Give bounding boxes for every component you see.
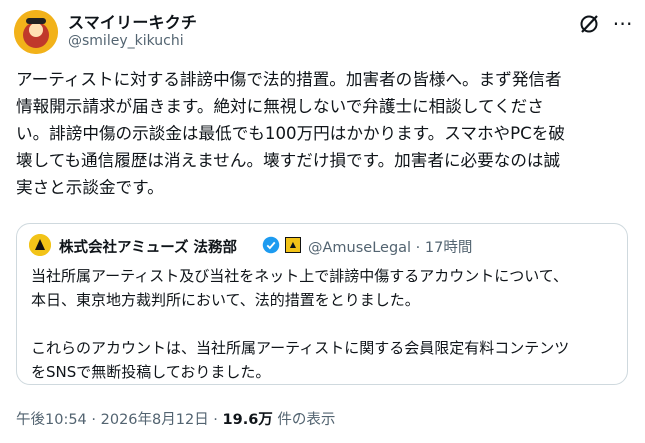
amuse-logo-icon <box>29 234 51 256</box>
display-name[interactable]: スマイリーキクチ <box>68 9 197 33</box>
tweet-text: アーティストに対する誹謗中傷で法的措置。加害者の皆様へ。まず発信者 情報開示請求… <box>16 70 565 197</box>
grok-icon[interactable] <box>577 12 601 36</box>
user-avatar-icon <box>14 10 58 54</box>
timestamp[interactable]: 午後10:54 · 2026年8月12日 · <box>16 412 223 428</box>
user-handle[interactable]: @smiley_kikuchi <box>68 33 184 49</box>
tweet-meta: 午後10:54 · 2026年8月12日 · 19.6万 件の表示 <box>16 408 335 429</box>
more-options-icon[interactable]: ⋯ <box>611 12 635 36</box>
quoted-tweet[interactable]: 株式会社アミューズ 法務部 ▲ @AmuseLegal · 17時間 当社所属ア… <box>16 223 628 385</box>
verified-check-icon <box>262 236 280 254</box>
view-count: 19.6万 <box>222 412 273 428</box>
avatar[interactable] <box>14 10 58 54</box>
quote-handle-time[interactable]: @AmuseLegal · 17時間 <box>308 236 472 257</box>
views-label: 件の表示 <box>272 412 336 428</box>
quote-avatar[interactable] <box>29 234 51 256</box>
quote-text: 当社所属アーティスト及び当社をネット上で誹謗中傷するアカウントについて、 本日、… <box>31 267 570 381</box>
affiliation-badge-icon: ▲ <box>285 237 301 253</box>
quote-display-name[interactable]: 株式会社アミューズ 法務部 <box>59 236 237 257</box>
